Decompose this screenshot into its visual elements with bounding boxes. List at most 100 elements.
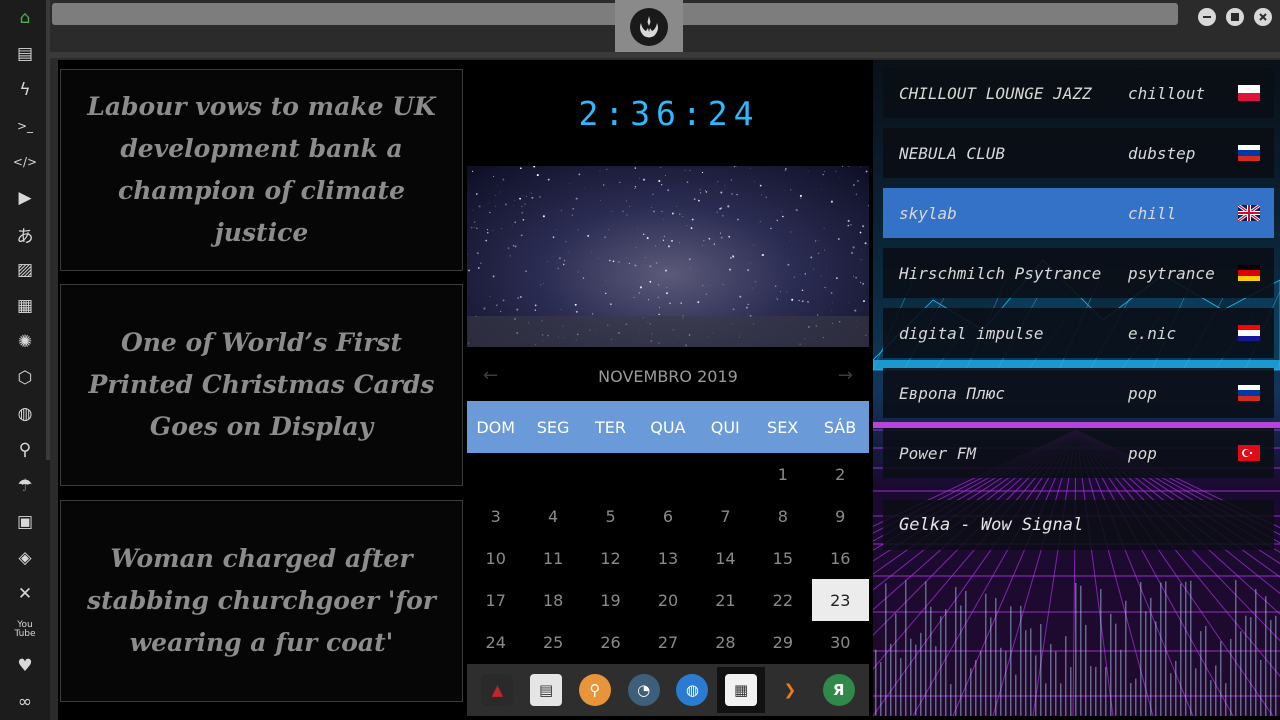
digital-clock: 2:36:24 — [468, 60, 870, 166]
station-item[interactable]: digital impulse e.nic — [883, 308, 1274, 358]
play-icon[interactable]: ▶ — [13, 186, 37, 210]
red-triangle-app-icon: ▲ — [481, 674, 514, 706]
station-name: Европа Плюс — [899, 383, 1005, 403]
calendar-day[interactable]: 1 — [754, 453, 811, 495]
calendar-day[interactable]: 29 — [754, 621, 811, 663]
news-card[interactable]: Labour vows to make UK development bank … — [60, 69, 463, 271]
calendar-day[interactable]: 21 — [697, 579, 754, 621]
calendar-day[interactable]: 2 — [812, 453, 869, 495]
umbrella-icon[interactable]: ☂ — [13, 474, 37, 498]
news-card[interactable]: Woman charged after stabbing churchgoer … — [60, 500, 463, 702]
calendar-day[interactable]: 12 — [582, 537, 639, 579]
dock-item[interactable]: ◍ — [668, 667, 716, 713]
arrow-app-icon: ❯ — [783, 681, 797, 699]
dock-item[interactable]: Я — [815, 667, 863, 713]
station-genre: e.nic — [1128, 323, 1177, 343]
calendar-day[interactable]: 28 — [697, 621, 754, 663]
search-icon[interactable]: ⚲ — [13, 438, 37, 462]
calendar-day[interactable]: 13 — [639, 537, 696, 579]
rebel-alliance-icon[interactable]: ✺ — [13, 330, 37, 354]
calendar-empty-cell — [524, 453, 581, 495]
dock-item[interactable]: ▤ — [522, 667, 570, 713]
news-icon[interactable]: ▦ — [13, 294, 37, 318]
calendar-day[interactable]: 14 — [697, 537, 754, 579]
calendar-day[interactable]: 26 — [582, 621, 639, 663]
logo-tab[interactable] — [615, 0, 683, 52]
calendar-day[interactable]: 18 — [524, 579, 581, 621]
weekday-label: QUI — [710, 417, 740, 437]
weekday-label: DOM — [476, 417, 516, 437]
dock-item[interactable]: ◔ — [620, 667, 668, 713]
calendar-day[interactable]: 4 — [524, 495, 581, 537]
now-playing-bar: Gelka - Wow Signal — [883, 500, 1274, 550]
globe-app-icon: ◍ — [676, 674, 709, 706]
station-genre: psytrance — [1128, 263, 1215, 283]
station-item[interactable]: Power FM pop — [883, 428, 1274, 478]
sidebar-scrollbar[interactable] — [46, 0, 50, 460]
calendar-day[interactable]: 15 — [754, 537, 811, 579]
arrow-left-icon[interactable]: ← — [483, 365, 498, 386]
station-item[interactable]: NEBULA CLUB dubstep — [883, 128, 1274, 178]
calendar-day[interactable]: 25 — [524, 621, 581, 663]
calendar-day[interactable]: 10 — [467, 537, 524, 579]
weekday-label: QUA — [650, 417, 686, 437]
terminal-icon[interactable]: >_ — [13, 114, 37, 138]
calendar-day[interactable]: 3 — [467, 495, 524, 537]
station-genre: pop — [1128, 443, 1157, 463]
home-icon[interactable]: ⌂ — [13, 6, 37, 30]
expand-icon[interactable]: ✕ — [13, 582, 37, 606]
calendar-day[interactable]: 5 — [582, 495, 639, 537]
heart-icon[interactable]: ♥ — [13, 654, 37, 678]
station-item[interactable]: Европа Плюс pop — [883, 368, 1274, 418]
dock-item[interactable]: ❯ — [766, 667, 814, 713]
station-item[interactable]: skylab chill — [883, 188, 1274, 238]
empire-icon[interactable]: ⬡ — [13, 366, 37, 390]
calendar-day[interactable]: 6 — [639, 495, 696, 537]
minimize-button[interactable] — [1198, 8, 1216, 26]
calendar-day[interactable]: 22 — [754, 579, 811, 621]
calendar-day[interactable]: 20 — [639, 579, 696, 621]
calendar-day[interactable]: 23 — [811, 579, 869, 621]
calendar-day[interactable]: 9 — [812, 495, 869, 537]
calendar-day[interactable]: 24 — [467, 621, 524, 663]
contacts-icon[interactable]: ▣ — [13, 510, 37, 534]
calendar-day[interactable]: 19 — [582, 579, 639, 621]
station-name: Power FM — [899, 443, 977, 463]
calendar-empty-cell — [582, 453, 639, 495]
station-item[interactable]: CHILLOUT LOUNGE JAZZ chillout — [883, 68, 1274, 118]
turkey-flag-icon — [1238, 445, 1260, 461]
dock-item[interactable]: ▲ — [473, 667, 521, 713]
code-icon[interactable]: </> — [13, 150, 37, 174]
station-name: Hirschmilch Psytrance — [899, 263, 1102, 283]
dock-item[interactable]: ⚲ — [571, 667, 619, 713]
calendar-day[interactable]: 7 — [697, 495, 754, 537]
uk-flag-icon — [1238, 205, 1260, 221]
calendar-day[interactable]: 17 — [467, 579, 524, 621]
calendar-day[interactable]: 8 — [754, 495, 811, 537]
close-button[interactable] — [1254, 8, 1272, 26]
infinity-icon[interactable]: ∞ — [13, 690, 37, 714]
maximize-button[interactable] — [1226, 8, 1244, 26]
title-bar-divider — [50, 52, 1280, 58]
globe-icon[interactable]: ◍ — [13, 402, 37, 426]
news-headline: One of World’s First Printed Christmas C… — [88, 328, 435, 441]
germany-flag-icon — [1238, 265, 1260, 281]
calendar-day[interactable]: 30 — [812, 621, 869, 663]
calendar-day[interactable]: 16 — [812, 537, 869, 579]
sidebar: ⌂ ▤ ϟ >_ </> ▶ あ ▨ ▦ ✺ ⬡ ◍ ⚲ ☂ ▣ ◈ ✕ You Tube ♥ ∞ — [0, 0, 50, 720]
arrow-right-icon[interactable]: → — [838, 365, 853, 386]
croatia-flag-icon — [1238, 325, 1260, 341]
radio-panel: CHILLOUT LOUNGE JAZZ chillout NEBULA CLUB d… — [873, 60, 1280, 716]
calendar-day[interactable]: 27 — [639, 621, 696, 663]
image-icon[interactable]: ▨ — [13, 258, 37, 282]
calendar-day[interactable]: 11 — [524, 537, 581, 579]
document-icon[interactable]: ▤ — [13, 42, 37, 66]
station-item[interactable]: Hirschmilch Psytrance psytrance — [883, 248, 1274, 298]
lightning-icon[interactable]: ϟ — [13, 78, 37, 102]
dock-item[interactable]: ▦ — [717, 667, 766, 713]
translate-icon[interactable]: あ — [13, 222, 37, 247]
youtube-icon[interactable]: You Tube — [13, 618, 37, 642]
search-app-icon: ⚲ — [578, 674, 611, 706]
tag-icon[interactable]: ◈ — [13, 546, 37, 570]
news-card[interactable]: One of World’s First Printed Christmas C… — [60, 284, 463, 486]
